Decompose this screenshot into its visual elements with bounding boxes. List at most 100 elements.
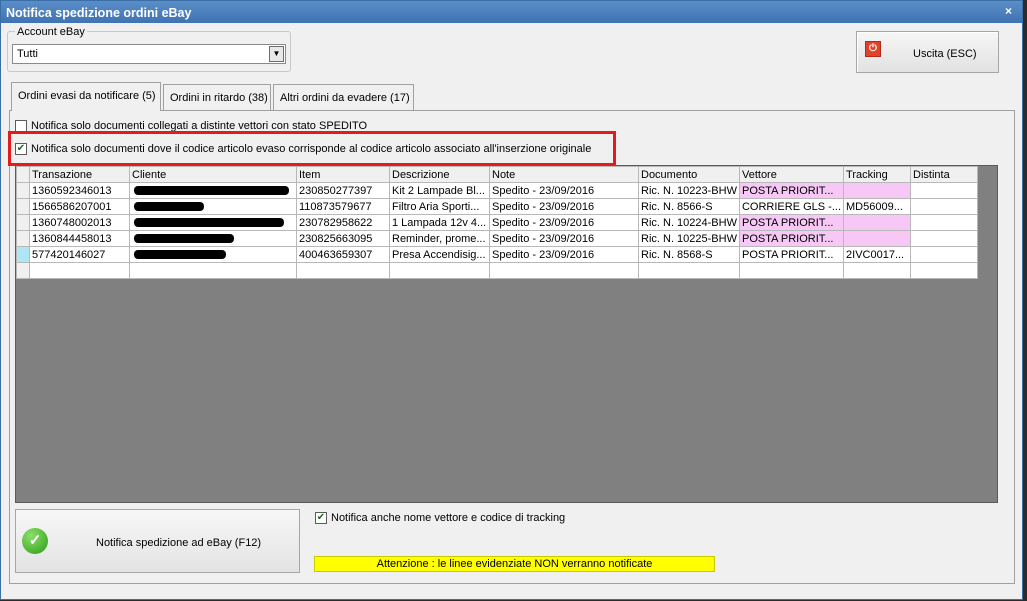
cell-cliente[interactable] xyxy=(129,182,297,199)
empty-cell[interactable] xyxy=(489,262,639,279)
table-row[interactable]: 577420146027 400463659307 Presa Accendis… xyxy=(16,246,979,263)
column-header[interactable]: Note xyxy=(489,166,639,183)
table-row-new[interactable] xyxy=(16,262,979,279)
cell-cliente[interactable] xyxy=(129,246,297,263)
row-indicator[interactable] xyxy=(16,246,30,263)
cell-distinta[interactable] xyxy=(910,214,979,231)
cell-item[interactable]: 400463659307 xyxy=(296,246,390,263)
empty-cell[interactable] xyxy=(296,262,390,279)
cell-documento[interactable]: Ric. N. 10225-BHW xyxy=(638,230,740,247)
cell-transazione[interactable]: 1360748002013 xyxy=(29,214,130,231)
exit-button[interactable]: ⏻ Uscita (ESC) xyxy=(856,31,999,73)
cell-documento[interactable]: Ric. N. 8568-S xyxy=(638,246,740,263)
notify-ebay-button[interactable]: ✓ Notifica spedizione ad eBay (F12) xyxy=(15,509,300,573)
cell-documento[interactable]: Ric. N. 8566-S xyxy=(638,198,740,215)
empty-cell[interactable] xyxy=(389,262,490,279)
cell-distinta[interactable] xyxy=(910,230,979,247)
cell-note[interactable]: Spedito - 23/09/2016 xyxy=(489,246,639,263)
exit-button-label: Uscita (ESC) xyxy=(913,48,977,60)
row-indicator[interactable] xyxy=(16,182,30,199)
column-header[interactable]: Cliente xyxy=(129,166,297,183)
cell-tracking[interactable] xyxy=(843,230,912,247)
cell-transazione[interactable]: 1360592346013 xyxy=(29,182,130,199)
table-row[interactable]: 1566586207001 110873579677 Filtro Aria S… xyxy=(16,198,979,215)
table-row[interactable]: 1360748002013 230782958622 1 Lampada 12v… xyxy=(16,214,979,231)
cell-descrizione[interactable]: Kit 2 Lampade Bl... xyxy=(389,182,490,199)
redaction-mark xyxy=(134,186,289,195)
cell-vettore[interactable]: POSTA PRIORIT... xyxy=(738,246,845,263)
table-row[interactable]: 1360592346013 230850277397 Kit 2 Lampade… xyxy=(16,182,979,199)
account-select[interactable]: Tutti ▼ xyxy=(12,44,286,64)
column-header[interactable]: Transazione xyxy=(29,166,130,183)
column-header[interactable]: Documento xyxy=(638,166,740,183)
empty-cell[interactable] xyxy=(29,262,130,279)
column-header[interactable]: Vettore xyxy=(738,166,845,183)
cell-cliente[interactable] xyxy=(129,198,297,215)
exit-icon: ⏻ xyxy=(865,41,881,57)
orders-table: Transazione Cliente Item Descrizione Not… xyxy=(16,166,979,279)
orders-grid: Transazione Cliente Item Descrizione Not… xyxy=(15,165,998,503)
redaction-mark xyxy=(134,250,226,259)
tab-altri-ordini[interactable]: Altri ordini da evadere (17) xyxy=(273,84,414,111)
cell-tracking[interactable] xyxy=(843,182,912,199)
redaction-mark xyxy=(134,218,284,227)
chevron-down-icon[interactable]: ▼ xyxy=(269,46,284,62)
cell-vettore[interactable]: POSTA PRIORIT... xyxy=(738,230,845,247)
cell-vettore[interactable]: CORRIERE GLS -... xyxy=(738,198,845,215)
cell-tracking[interactable]: MD56009... xyxy=(843,198,912,215)
cell-descrizione[interactable]: Filtro Aria Sporti... xyxy=(389,198,490,215)
table-header: Transazione Cliente Item Descrizione Not… xyxy=(16,166,979,183)
empty-cell[interactable] xyxy=(638,262,740,279)
cell-cliente[interactable] xyxy=(129,230,297,247)
cell-note[interactable]: Spedito - 23/09/2016 xyxy=(489,198,639,215)
filter-codice-checkbox[interactable]: ✔ xyxy=(15,143,27,155)
cell-distinta[interactable] xyxy=(910,198,979,215)
row-indicator[interactable] xyxy=(16,262,30,279)
warning-banner: Attenzione : le linee evidenziate NON ve… xyxy=(314,556,715,572)
cell-documento[interactable]: Ric. N. 10223-BHW xyxy=(638,182,740,199)
cell-transazione[interactable]: 1360844458013 xyxy=(29,230,130,247)
cell-distinta[interactable] xyxy=(910,246,979,263)
tab-ordini-ritardo[interactable]: Ordini in ritardo (38) xyxy=(163,84,271,111)
account-selected-value: Tutti xyxy=(17,48,38,60)
filter-codice-label: Notifica solo documenti dove il codice a… xyxy=(31,143,592,155)
cell-distinta[interactable] xyxy=(910,182,979,199)
check-circle-icon: ✓ xyxy=(22,528,48,554)
cell-vettore[interactable]: POSTA PRIORIT... xyxy=(738,214,845,231)
cell-vettore[interactable]: POSTA PRIORIT... xyxy=(738,182,845,199)
close-icon[interactable]: × xyxy=(1005,4,1012,18)
row-indicator[interactable] xyxy=(16,230,30,247)
cell-transazione[interactable]: 1566586207001 xyxy=(29,198,130,215)
column-header[interactable]: Distinta xyxy=(910,166,979,183)
cell-note[interactable]: Spedito - 23/09/2016 xyxy=(489,230,639,247)
cell-note[interactable]: Spedito - 23/09/2016 xyxy=(489,214,639,231)
cell-descrizione[interactable]: Reminder, prome... xyxy=(389,230,490,247)
cell-descrizione[interactable]: Presa Accendisig... xyxy=(389,246,490,263)
column-header[interactable]: Descrizione xyxy=(389,166,490,183)
cell-tracking[interactable] xyxy=(843,214,912,231)
cell-descrizione[interactable]: 1 Lampada 12v 4... xyxy=(389,214,490,231)
empty-cell[interactable] xyxy=(129,262,297,279)
cell-tracking[interactable]: 2IVC0017... xyxy=(843,246,912,263)
cell-item[interactable]: 230850277397 xyxy=(296,182,390,199)
column-header[interactable]: Tracking xyxy=(843,166,912,183)
row-indicator[interactable] xyxy=(16,198,30,215)
empty-cell[interactable] xyxy=(910,262,979,279)
row-indicator[interactable] xyxy=(16,214,30,231)
cell-item[interactable]: 110873579677 xyxy=(296,198,390,215)
empty-cell[interactable] xyxy=(843,262,912,279)
cell-cliente[interactable] xyxy=(129,214,297,231)
cell-documento[interactable]: Ric. N. 10224-BHW xyxy=(638,214,740,231)
title-bar: Notifica spedizione ordini eBay × xyxy=(1,1,1022,23)
cell-transazione[interactable]: 577420146027 xyxy=(29,246,130,263)
table-row[interactable]: 1360844458013 230825663095 Reminder, pro… xyxy=(16,230,979,247)
column-header[interactable]: Item xyxy=(296,166,390,183)
account-legend: Account eBay xyxy=(15,26,87,38)
window-title: Notifica spedizione ordini eBay xyxy=(6,6,192,20)
cell-item[interactable]: 230782958622 xyxy=(296,214,390,231)
empty-cell[interactable] xyxy=(738,262,845,279)
cell-note[interactable]: Spedito - 23/09/2016 xyxy=(489,182,639,199)
tab-ordini-evasi[interactable]: Ordini evasi da notificare (5) xyxy=(11,82,161,111)
cell-item[interactable]: 230825663095 xyxy=(296,230,390,247)
notify-tracking-checkbox[interactable]: ✔ xyxy=(315,512,327,524)
